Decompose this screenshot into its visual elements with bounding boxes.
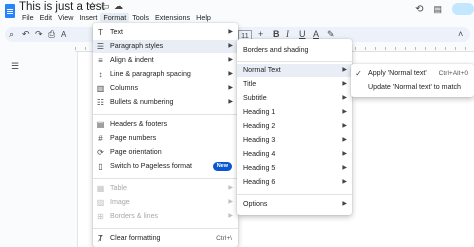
menu-divider [93,114,238,115]
format-menu-item-page-orientation[interactable]: ⟳ Page orientation [93,146,238,159]
menu-file[interactable]: File [19,13,37,22]
chevron-right-icon: ▶ [228,199,233,205]
borders-and-shading-item[interactable]: Borders and shading [237,44,352,57]
chevron-right-icon: ▶ [342,95,347,101]
image-icon: ▨ [96,198,105,207]
chevron-right-icon: ▶ [342,137,347,143]
style-item-heading-4[interactable]: Heading 4 ▶ [237,148,352,161]
style-item-title[interactable]: Title ▶ [237,78,352,91]
spellcheck-icon[interactable]: A [61,29,66,40]
style-item-subtitle[interactable]: Subtitle ▶ [237,92,352,105]
chevron-right-icon: ▶ [342,67,347,73]
columns-icon: ▥ [96,84,105,93]
options-item[interactable]: Options ▶ [237,198,352,211]
search-menus-icon[interactable]: ⌕ [9,29,14,40]
top-right-controls: ⟲ ▤ [415,3,474,15]
table-icon: ▦ [96,184,105,193]
apply-shortcut: Ctrl+Alt+0 [438,70,468,77]
meet-button[interactable] [452,3,474,15]
docs-logo-icon[interactable] [5,4,15,18]
chevron-right-icon: ▶ [228,29,233,35]
page-numbers-icon: # [98,134,103,143]
menu-divider [93,228,238,229]
format-menu-item-borders-lines: ⊞ Borders & lines ▶ [97,212,233,221]
clear-formatting-icon: Ⱦ [98,234,103,243]
format-menu: T Text ▶ ☰ Paragraph styles ▶ ≡ Align & … [93,23,238,247]
menu-help[interactable]: Help [193,13,214,22]
chevron-right-icon: ▶ [228,43,233,49]
format-menu-item-page-numbers[interactable]: # Page numbers [93,132,238,145]
new-badge: New [212,162,232,171]
apply-normal-text-item[interactable]: ✓ Apply 'Normal text' Ctrl+Alt+0 [351,67,474,80]
style-item-heading-2[interactable]: Heading 2 ▶ [237,120,352,133]
format-menu-item-paragraph-styles[interactable]: ☰ Paragraph styles ▶ [93,40,238,53]
star-icon[interactable]: ☆ [88,1,97,12]
format-menu-item-line-spacing[interactable]: ↕ Line & paragraph spacing ▶ [93,68,238,81]
chevron-right-icon: ▶ [342,109,347,115]
format-menu-item-text[interactable]: T Text ▶ [93,26,238,39]
paragraph-styles-icon: ☰ [96,42,105,51]
format-menu-item-bullets[interactable]: ☷ Bullets & numbering ▶ [93,96,238,109]
chevron-right-icon: ▶ [228,99,233,105]
chevron-right-icon: ▶ [342,165,347,171]
chevron-right-icon: ▶ [342,179,347,185]
style-item-heading-1[interactable]: Heading 1 ▶ [237,106,352,119]
style-item-heading-5[interactable]: Heading 5 ▶ [237,162,352,175]
menu-bar: File Edit View Insert Format Tools Exten… [19,13,214,22]
menu-divider [93,178,238,179]
history-icon[interactable]: ⟲ [415,4,423,15]
format-menu-item-table: ▦ Table ▶ [96,184,233,193]
chevron-right-icon: ▶ [228,71,233,77]
paragraph-styles-menu: Borders and shading Normal Text ▶ Title … [237,39,352,215]
print-icon[interactable]: ⎙ [48,29,55,40]
comments-icon[interactable]: ▤ [433,4,442,15]
chevron-right-icon: ▶ [342,123,347,129]
chevron-right-icon: ▶ [228,213,233,219]
menu-divider [237,194,352,195]
text-icon: T [98,28,103,37]
bullets-icon: ☷ [96,98,105,107]
docs-window: This is just a test ☆ ▭ ☁ File Edit View… [0,0,474,247]
cloud-status-icon[interactable]: ☁ [114,1,123,12]
collapse-toolbar-icon[interactable]: ˄ [458,29,463,40]
checkmark-icon: ✓ [355,69,362,78]
chevron-right-icon: ▶ [228,57,233,63]
redo-icon[interactable]: ↷ [35,29,43,40]
chevron-right-icon: ▶ [342,201,347,207]
chevron-right-icon: ▶ [228,85,233,91]
format-menu-item-headers-footers[interactable]: ▤ Headers & footers [93,118,238,131]
chevron-right-icon: ▶ [228,185,233,191]
menu-edit[interactable]: Edit [37,13,55,22]
style-item-normal-text[interactable]: Normal Text ▶ [237,64,352,77]
style-item-heading-3[interactable]: Heading 3 ▶ [237,134,352,147]
outline-icon[interactable]: ☰ [11,62,20,71]
format-menu-item-image: ▨ Image ▶ [96,198,233,207]
header-footer-icon: ▤ [96,120,105,129]
pageless-icon: ▯ [98,162,103,171]
format-menu-item-columns[interactable]: ▥ Columns ▶ [93,82,238,95]
format-menu-item-align[interactable]: ≡ Align & indent ▶ [93,54,238,67]
line-spacing-icon: ↕ [98,70,103,79]
menu-insert[interactable]: Insert [76,13,100,22]
undo-icon[interactable]: ↶ [22,29,30,40]
normal-text-menu: ✓ Apply 'Normal text' Ctrl+Alt+0 Update … [351,64,474,97]
style-item-heading-6[interactable]: Heading 6 ▶ [237,176,352,189]
chevron-right-icon: ▶ [342,151,347,157]
menu-view[interactable]: View [55,13,76,22]
update-normal-text-item[interactable]: Update 'Normal text' to match [351,81,474,94]
menu-format[interactable]: Format [100,13,130,22]
format-menu-item-clear-formatting[interactable]: Ⱦ Clear formatting Ctrl+\ [93,232,238,245]
menu-extensions[interactable]: Extensions [152,13,193,22]
chevron-right-icon: ▶ [342,81,347,87]
clear-formatting-shortcut: Ctrl+\ [216,235,232,242]
format-menu-item-pageless[interactable]: ▯ Switch to Pageless format New [93,160,238,173]
borders-icon: ⊞ [97,212,104,221]
move-folder-icon[interactable]: ▭ [101,1,110,12]
menu-tools[interactable]: Tools [129,13,152,22]
menu-divider [237,61,352,62]
align-icon: ≡ [98,56,103,65]
page-orientation-icon: ⟳ [97,148,104,157]
